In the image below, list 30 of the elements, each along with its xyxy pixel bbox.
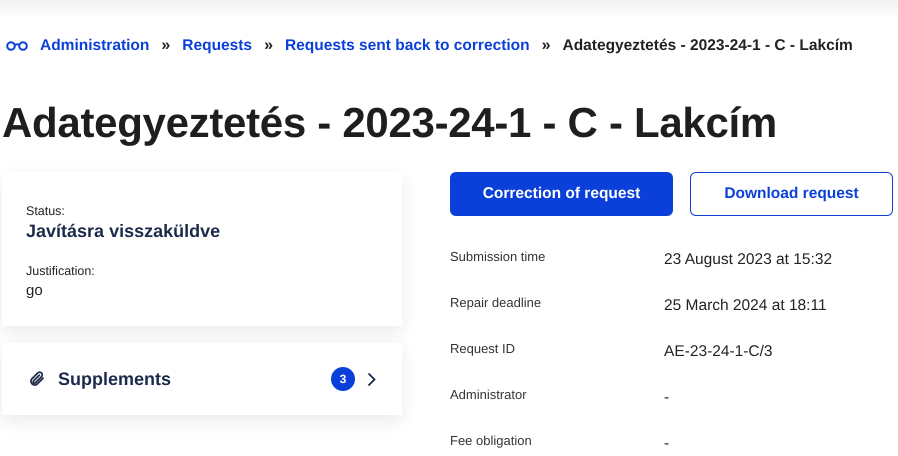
detail-value: 25 March 2024 at 18:11 xyxy=(664,297,827,315)
detail-label: Fee obligation xyxy=(450,433,533,448)
chevron-right-icon xyxy=(367,372,376,386)
detail-label: Submission time xyxy=(450,249,546,264)
paperclip-icon xyxy=(28,370,46,388)
breadcrumb-link[interactable]: Requests xyxy=(182,37,252,55)
detail-value: - xyxy=(664,389,670,407)
detail-value: AE-23-24-1-C/3 xyxy=(664,343,773,361)
breadcrumb-separator: » xyxy=(542,37,550,55)
supplements-label: Supplements xyxy=(58,368,172,390)
download-button[interactable]: Download request xyxy=(690,172,893,216)
detail-value: 23 August 2023 at 15:32 xyxy=(664,251,832,269)
breadcrumb-link[interactable]: Administration xyxy=(40,37,150,55)
supplements-card[interactable]: Supplements 3 xyxy=(2,343,402,415)
breadcrumb-separator: » xyxy=(161,37,170,55)
detail-label: Repair deadline xyxy=(450,295,542,310)
detail-label: Request ID xyxy=(450,341,516,356)
justification-label: Justification: xyxy=(26,264,96,278)
correction-button[interactable]: Correction of request xyxy=(450,172,673,216)
glasses-icon xyxy=(6,41,28,51)
count-badge: 3 xyxy=(331,367,355,391)
status-value: Javításra visszaküldve xyxy=(26,221,222,242)
breadcrumb-link[interactable]: Requests sent back to correction xyxy=(284,37,530,55)
detail-label: Administrator xyxy=(450,387,528,402)
justification-value: go xyxy=(26,282,44,299)
page-title: Adategyeztetés - 2023-24-1 - C - Lakcím xyxy=(2,98,778,148)
breadcrumb-current: Adategyeztetés - 2023-24-1 - C - Lakcím xyxy=(562,37,853,55)
breadcrumb-separator: » xyxy=(264,37,273,55)
detail-value: - xyxy=(664,435,670,453)
status-label: Status: xyxy=(26,204,66,218)
